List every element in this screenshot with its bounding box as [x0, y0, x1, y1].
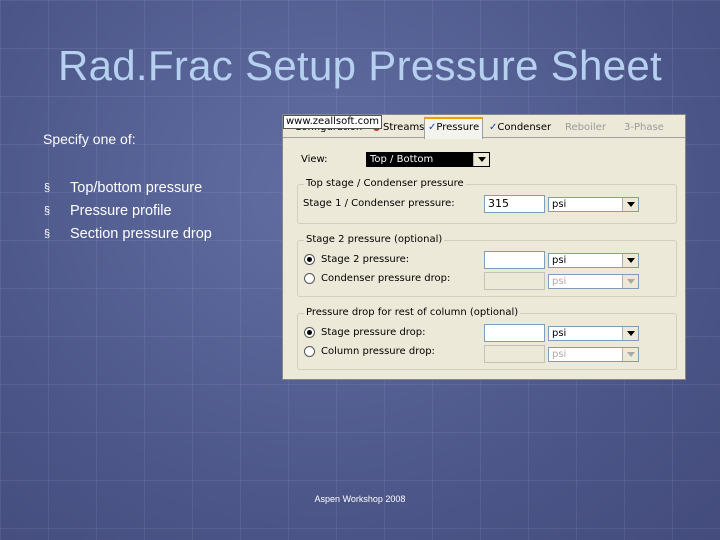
radio-unselected-icon[interactable] — [304, 346, 315, 357]
chevron-down-icon[interactable] — [622, 254, 638, 267]
tab-label: 3-Phase — [624, 122, 664, 133]
radio-label: Condenser pressure drop: — [321, 273, 451, 284]
bullet-marker-icon: § — [44, 204, 51, 217]
view-label: View: — [301, 154, 328, 165]
group-legend: Pressure drop for rest of column (option… — [304, 307, 521, 318]
bullet-marker-icon: § — [44, 181, 51, 194]
unit-value: psi — [552, 199, 567, 210]
tab-label: Pressure — [436, 122, 480, 133]
view-value: Top / Bottom — [370, 154, 434, 165]
condenser-drop-radio[interactable]: Condenser pressure drop: — [304, 273, 450, 284]
unit-value: psi — [552, 255, 567, 266]
stage1-unit-select[interactable]: psi — [548, 197, 639, 212]
tab-pressure[interactable]: ✓Pressure — [424, 117, 484, 139]
tab-label: Reboiler — [565, 122, 606, 133]
tab-reboiler: Reboiler — [565, 119, 606, 136]
radio-selected-icon[interactable] — [304, 327, 315, 338]
chevron-down-icon — [622, 348, 638, 361]
radio-selected-icon[interactable] — [304, 254, 315, 265]
chevron-down-icon[interactable] — [622, 327, 638, 340]
chevron-down-icon — [622, 275, 638, 288]
tab-label: Streams — [383, 122, 425, 133]
list-item: § Pressure profile — [44, 199, 212, 222]
chevron-down-icon[interactable] — [622, 198, 638, 211]
condenser-drop-unit-select: psi — [548, 274, 639, 289]
watermark: www.zeallsoft.com — [283, 115, 383, 129]
stage2-unit-select[interactable]: psi — [548, 253, 639, 268]
stage-drop-radio[interactable]: Stage pressure drop: — [304, 327, 426, 338]
radio-unselected-icon[interactable] — [304, 273, 315, 284]
stage1-pressure-input[interactable]: 315 — [484, 195, 545, 213]
column-drop-unit-select: psi — [548, 347, 639, 362]
chevron-down-icon[interactable] — [473, 153, 489, 166]
bullet-text: Section pressure drop — [70, 225, 212, 242]
tab-3-phase: 3-Phase — [624, 119, 664, 136]
condenser-drop-input — [484, 272, 545, 290]
bullet-text: Pressure profile — [70, 202, 172, 219]
radio-label: Stage 2 pressure: — [321, 254, 410, 265]
radio-label: Stage pressure drop: — [321, 327, 426, 338]
unit-value: psi — [552, 328, 567, 339]
bullet-text: Top/bottom pressure — [70, 179, 203, 196]
group-legend: Top stage / Condenser pressure — [304, 178, 466, 189]
unit-value: psi — [552, 276, 567, 287]
unit-value: psi — [552, 349, 567, 360]
column-drop-radio[interactable]: Column pressure drop: — [304, 346, 435, 357]
bullet-marker-icon: § — [44, 227, 51, 240]
list-item: § Section pressure drop — [44, 222, 212, 245]
stage-drop-unit-select[interactable]: psi — [548, 326, 639, 341]
view-select[interactable]: Top / Bottom — [366, 152, 490, 167]
stage1-pressure-label: Stage 1 / Condenser pressure: — [303, 198, 455, 209]
tab-condenser[interactable]: ✓Condenser — [489, 119, 551, 136]
slide-footer: Aspen Workshop 2008 — [314, 494, 406, 504]
stage2-pressure-input[interactable] — [484, 251, 545, 269]
stage-drop-input[interactable] — [484, 324, 545, 342]
group-legend: Stage 2 pressure (optional) — [304, 234, 445, 245]
bullet-list: § Top/bottom pressure § Pressure profile §… — [44, 176, 212, 245]
tab-label: Condenser — [497, 122, 552, 133]
pressure-dialog: ✓Configuration Streams ✓Pressure ✓Conden… — [282, 114, 686, 380]
radio-label: Column pressure drop: — [321, 346, 435, 357]
intro-text: Specify one of: — [43, 131, 136, 147]
list-item: § Top/bottom pressure — [44, 176, 212, 199]
slide-title: Rad.Frac Setup Pressure Sheet — [57, 42, 662, 89]
column-drop-input — [484, 345, 545, 363]
stage2-pressure-radio[interactable]: Stage 2 pressure: — [304, 254, 409, 265]
